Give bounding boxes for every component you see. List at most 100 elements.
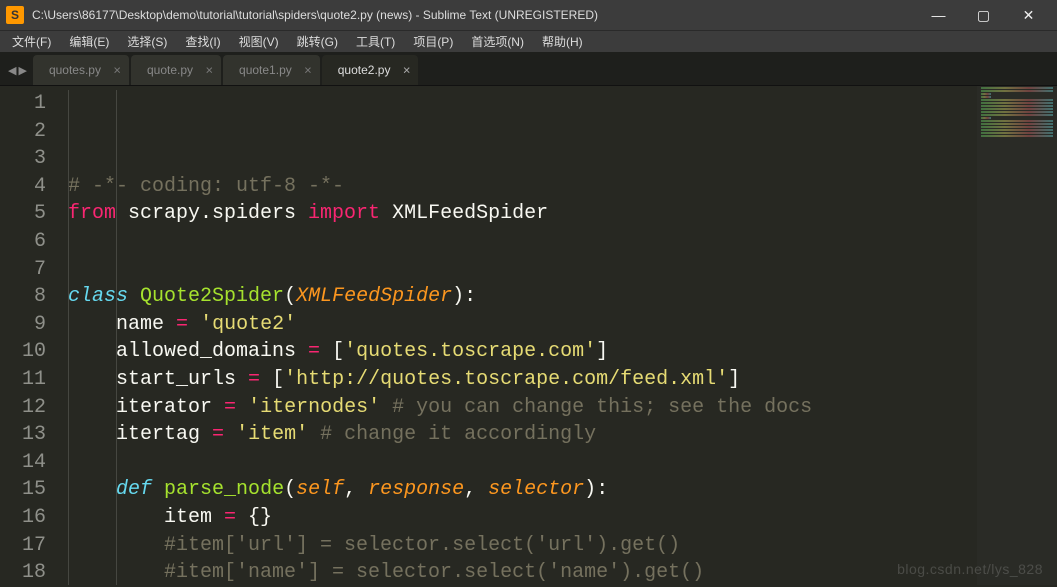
code-text: scrapy.spiders	[116, 202, 308, 225]
code-text	[188, 313, 200, 336]
line-number: 13	[0, 421, 46, 449]
code-text: )	[452, 285, 464, 308]
tab-close-icon[interactable]: ×	[113, 63, 121, 78]
line-number: 17	[0, 532, 46, 560]
maximize-button[interactable]: ▢	[961, 0, 1006, 30]
line-number: 18	[0, 559, 46, 587]
line-number: 10	[0, 338, 46, 366]
code-text: #item['name'] = selector.select('name').…	[164, 561, 704, 584]
code-text: 'quote2'	[200, 313, 296, 336]
minimap-line	[981, 114, 1053, 116]
line-number: 9	[0, 311, 46, 339]
tab-label: quote1.py	[239, 63, 292, 77]
line-number: 6	[0, 228, 46, 256]
minimap-line	[981, 129, 1053, 131]
code-text: class	[68, 285, 128, 308]
menu-prefs[interactable]: 首选项(N)	[463, 31, 532, 52]
code-text	[224, 423, 236, 446]
code-text: XMLFeedSpider	[296, 285, 452, 308]
tab-close-icon[interactable]: ×	[304, 63, 312, 78]
minimap-line	[981, 123, 1053, 125]
menu-goto[interactable]: 跳转(G)	[289, 31, 346, 52]
menu-file[interactable]: 文件(F)	[4, 31, 59, 52]
minimap[interactable]	[977, 86, 1057, 585]
window-title: C:\Users\86177\Desktop\demo\tutorial\tut…	[32, 8, 598, 22]
code-text: )	[584, 478, 596, 501]
tab-nav-left-icon[interactable]: ◀	[8, 64, 16, 77]
code-text: item	[164, 506, 224, 529]
menu-view[interactable]: 视图(V)	[231, 31, 287, 52]
menu-project[interactable]: 项目(P)	[405, 31, 461, 52]
minimap-line	[981, 135, 1053, 137]
tab-nav: ◀ ▶	[4, 60, 33, 85]
tab-quotes-py[interactable]: quotes.py ×	[33, 55, 129, 85]
menu-edit[interactable]: 编辑(E)	[61, 31, 117, 52]
menu-select[interactable]: 选择(S)	[119, 31, 175, 52]
code-text: allowed_domains	[116, 340, 308, 363]
code-text: {}	[236, 506, 272, 529]
tab-bar: ◀ ▶ quotes.py × quote.py × quote1.py × q…	[0, 52, 1057, 86]
close-button[interactable]: ✕	[1006, 0, 1051, 30]
minimap-line	[981, 108, 1053, 110]
code-text: =	[308, 340, 320, 363]
watermark: blog.csdn.net/lys_828	[897, 561, 1043, 577]
code-text: import	[308, 202, 380, 225]
code-text: =	[224, 506, 236, 529]
code-text: ,	[464, 478, 488, 501]
code-text: # you can change this; see the docs	[380, 396, 812, 419]
tab-close-icon[interactable]: ×	[403, 63, 411, 78]
code-text	[68, 396, 116, 419]
line-number: 2	[0, 118, 46, 146]
editor: 1 2 3 4 5 6 7 8 9 10 11 12 13 14 15 16 1…	[0, 86, 1057, 585]
minimap-line	[981, 111, 1053, 113]
code-text: ]	[728, 368, 740, 391]
tab-quote2-py[interactable]: quote2.py ×	[322, 55, 419, 85]
code-text: (	[284, 285, 296, 308]
code-text: start_urls	[116, 368, 248, 391]
code-text: response	[368, 478, 464, 501]
code-text	[68, 368, 116, 391]
code-text	[128, 285, 140, 308]
code-text: =	[212, 423, 224, 446]
code-text: #item['url'] = selector.select('url').ge…	[164, 534, 680, 557]
menu-bar: 文件(F) 编辑(E) 选择(S) 查找(I) 视图(V) 跳转(G) 工具(T…	[0, 30, 1057, 52]
line-number: 11	[0, 366, 46, 394]
code-text: (	[284, 478, 296, 501]
line-number: 5	[0, 200, 46, 228]
tab-close-icon[interactable]: ×	[205, 63, 213, 78]
line-number: 14	[0, 449, 46, 477]
tab-label: quote2.py	[338, 63, 391, 77]
line-number: 4	[0, 173, 46, 201]
tab-nav-right-icon[interactable]: ▶	[18, 64, 26, 77]
code-text	[68, 423, 116, 446]
code-text: :	[464, 285, 476, 308]
gutter: 1 2 3 4 5 6 7 8 9 10 11 12 13 14 15 16 1…	[0, 86, 60, 585]
code-text: self	[296, 478, 344, 501]
line-number: 15	[0, 476, 46, 504]
window-controls: — ▢ ✕	[916, 0, 1051, 30]
minimap-line	[981, 93, 991, 95]
code-text: itertag	[116, 423, 212, 446]
tab-quote1-py[interactable]: quote1.py ×	[223, 55, 320, 85]
code-area[interactable]: # -*- coding: utf-8 -*-from scrapy.spide…	[60, 86, 977, 585]
menu-tools[interactable]: 工具(T)	[348, 31, 403, 52]
tab-label: quote.py	[147, 63, 193, 77]
code-text: Quote2Spider	[140, 285, 284, 308]
minimap-line	[981, 132, 1053, 134]
minimize-button[interactable]: —	[916, 0, 961, 30]
tab-quote-py[interactable]: quote.py ×	[131, 55, 221, 85]
code-text	[236, 396, 248, 419]
minimap-line	[981, 99, 1053, 101]
menu-find[interactable]: 查找(I)	[177, 31, 228, 52]
menu-help[interactable]: 帮助(H)	[534, 31, 591, 52]
minimap-line	[981, 126, 1053, 128]
code-text: from	[68, 202, 116, 225]
minimap-line	[981, 90, 1053, 92]
code-text: [	[320, 340, 344, 363]
code-text: selector	[488, 478, 584, 501]
line-number: 12	[0, 394, 46, 422]
code-text: parse_node	[164, 478, 284, 501]
code-text: =	[176, 313, 188, 336]
code-text: def	[116, 478, 152, 501]
code-text: XMLFeedSpider	[380, 202, 548, 225]
